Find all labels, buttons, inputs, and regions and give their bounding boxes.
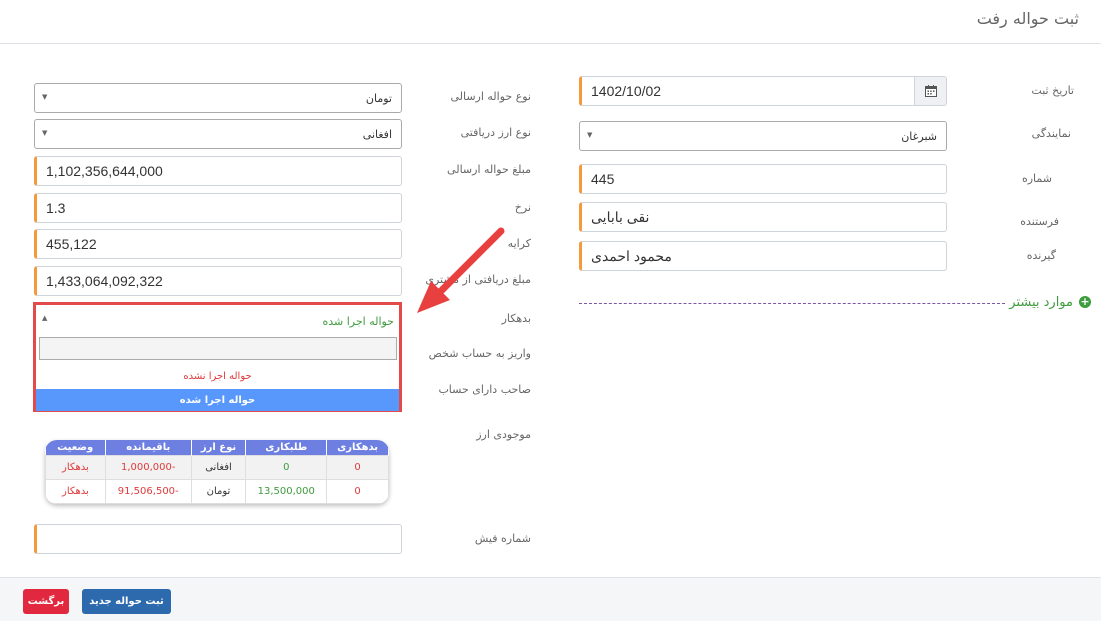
debtor-label: بدهکار <box>501 312 531 325</box>
calendar-icon <box>924 85 937 97</box>
receipt-label: شماره فیش <box>474 532 531 545</box>
send-type-value: تومان <box>365 91 392 105</box>
debtor-dropdown[interactable]: ▲ حواله اجرا شده حواله اجرا نشده حواله ا… <box>33 302 402 412</box>
number-label: شماره <box>1021 172 1052 185</box>
agency-value: شبرغان <box>901 129 937 143</box>
debtor-selected-value: حواله اجرا شده <box>322 314 394 328</box>
table-header-row: بدهکاری طلبکاری نوع ارز باقیمانده وضعیت <box>45 440 389 455</box>
cell-remaining: -1,000,000 <box>104 454 192 480</box>
receipt-field[interactable] <box>34 524 402 554</box>
cell-credit: 0 <box>245 454 328 480</box>
received-amount-field[interactable]: 1,433,064,092,322 <box>34 266 402 296</box>
receive-currency-label: نوع ارز دریافتی <box>460 126 531 139</box>
caret-up-icon: ▲ <box>42 314 48 322</box>
send-amount-field[interactable]: 1,102,356,644,000 <box>34 156 402 186</box>
send-type-select[interactable]: ▼ تومان <box>34 83 402 113</box>
send-amount-label: مبلغ حواله ارسالی <box>447 163 531 176</box>
currency-balance-table: بدهکاری طلبکاری نوع ارز باقیمانده وضعیت … <box>45 440 389 504</box>
dropdown-search-input[interactable] <box>39 337 397 360</box>
col-remaining: باقیمانده <box>105 440 192 455</box>
cell-status: بدهکار <box>45 478 106 504</box>
cell-credit: 13,500,000 <box>245 478 328 504</box>
cell-debit: 0 <box>326 478 389 504</box>
receive-currency-select[interactable]: ▼ افغانی <box>34 119 402 149</box>
number-field[interactable]: 445 <box>579 164 947 194</box>
account-owner-label: صاحب دارای حساب <box>438 383 531 396</box>
cell-debit: 0 <box>326 454 389 480</box>
plus-circle-icon: + <box>1079 295 1091 308</box>
cell-currency: افغانی <box>190 454 247 480</box>
page-header: ثبت حواله رفت <box>0 0 1101 44</box>
dropdown-option-not-executed[interactable]: حواله اجرا نشده <box>36 365 399 387</box>
table-row: 0 13,500,000 تومان -91,506,500 بدهکار <box>45 478 389 504</box>
cell-currency: تومان <box>190 478 247 504</box>
more-options-label: موارد بیشتر <box>1009 295 1073 310</box>
col-debit: بدهکاری <box>326 440 389 455</box>
new-remittance-button[interactable]: ثبت حواله جدید <box>82 589 171 614</box>
dropdown-option-executed[interactable]: حواله اجرا شده <box>36 389 399 411</box>
receiver-field[interactable]: محمود احمدی <box>579 241 947 271</box>
col-credit: طلبکاری <box>245 440 328 455</box>
date-label: تاریخ ثبت <box>1031 84 1074 97</box>
debtor-select[interactable]: ▲ حواله اجرا شده <box>38 307 398 335</box>
caret-down-icon: ▼ <box>42 93 48 101</box>
caret-down-icon: ▼ <box>42 129 48 137</box>
table-row: 0 0 افغانی -1,000,000 بدهکار <box>45 454 389 480</box>
cell-status: بدهکار <box>45 454 106 480</box>
rate-field[interactable]: 1.3 <box>34 193 402 223</box>
agency-label: نمایندگی <box>1031 127 1071 140</box>
deposit-label: واریز به حساب شخص <box>428 347 531 360</box>
caret-down-icon: ▼ <box>587 131 593 139</box>
rate-label: نرخ <box>514 201 531 214</box>
agency-select[interactable]: ▼ شبرغان <box>579 121 947 151</box>
page-title: ثبت حواله رفت <box>976 9 1079 28</box>
sender-field[interactable]: نقی بابایی <box>579 202 947 232</box>
currency-balance-label: موجودی ارز <box>476 428 531 441</box>
back-button[interactable]: برگشت <box>23 589 69 614</box>
receiver-label: گیرنده <box>1026 249 1056 262</box>
receive-currency-value: افغانی <box>362 127 392 141</box>
send-type-label: نوع حواله ارسالی <box>450 90 531 103</box>
more-options-toggle[interactable]: موارد بیشتر + <box>579 295 1091 311</box>
col-currency: نوع ارز <box>191 440 247 455</box>
more-divider <box>579 303 1005 304</box>
sender-label: فرستنده <box>1020 215 1059 228</box>
fee-field[interactable]: 455,122 <box>34 229 402 259</box>
col-status: وضعیت <box>45 440 106 455</box>
received-amount-label: مبلغ دریافتی از مشتری <box>425 273 531 286</box>
date-picker-button[interactable] <box>914 76 947 106</box>
fee-label: کرایه <box>507 237 531 250</box>
cell-remaining: -91,506,500 <box>104 478 192 504</box>
date-field[interactable]: 1402/10/02 <box>579 76 915 106</box>
